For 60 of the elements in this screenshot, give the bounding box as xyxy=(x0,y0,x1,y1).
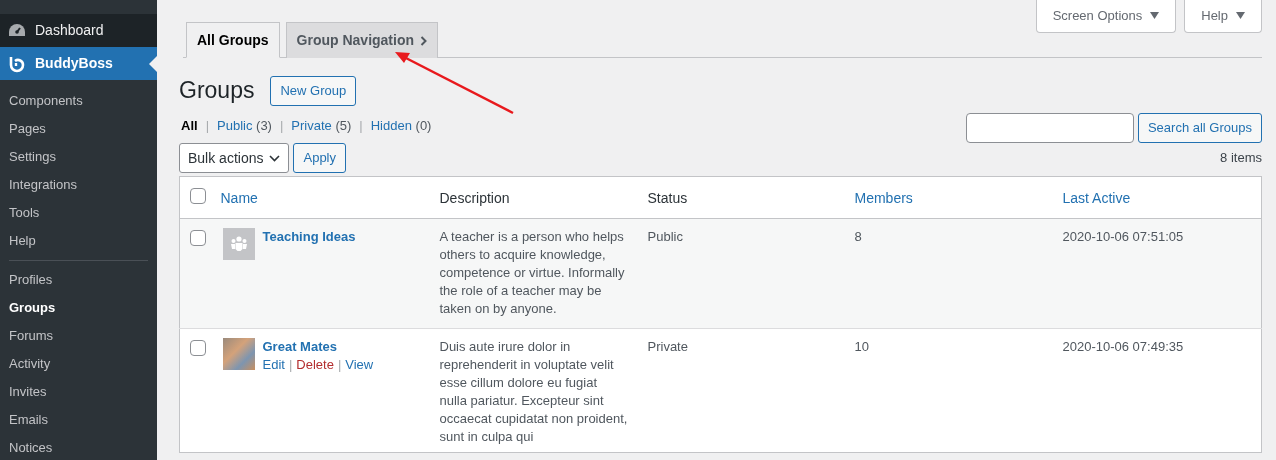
separator: | xyxy=(359,116,363,135)
member-count: 8 xyxy=(844,218,1053,329)
member-count: 10 xyxy=(844,328,1053,453)
caret-down-icon xyxy=(1236,12,1245,20)
submenu-item[interactable]: Integrations xyxy=(0,171,157,199)
group-status: Public xyxy=(637,218,845,329)
chevron-down-icon xyxy=(269,154,281,162)
submenu-item[interactable]: Forums xyxy=(0,322,157,350)
separator: | xyxy=(337,356,342,374)
submenu-item[interactable]: Invites xyxy=(0,378,157,406)
filter-link[interactable]: Public (3) xyxy=(217,115,272,135)
screen-meta-button[interactable]: Screen Options xyxy=(1035,0,1177,33)
submenu-item[interactable]: Groups xyxy=(0,294,157,322)
tab[interactable]: All Groups xyxy=(186,21,280,58)
screen-meta-button[interactable]: Help xyxy=(1184,0,1262,33)
submenu-item[interactable]: Profiles xyxy=(0,266,157,294)
page-title: Groups xyxy=(179,76,255,105)
column-header: Status xyxy=(637,176,845,219)
current-menu-pointer xyxy=(149,56,157,72)
submenu-item[interactable]: Tools xyxy=(0,199,157,227)
select-all-checkbox[interactable] xyxy=(190,188,206,204)
last-active-date: 2020-10-06 07:49:35 xyxy=(1052,328,1262,453)
row-checkbox[interactable] xyxy=(190,340,206,356)
filter-link[interactable]: Private (5) xyxy=(291,115,352,135)
caret-down-icon xyxy=(1150,12,1160,20)
last-active-date: 2020-10-06 07:51:05 xyxy=(1052,218,1262,329)
group-status: Private xyxy=(637,328,845,453)
submenu-item[interactable]: Notices xyxy=(0,434,157,460)
new-group-button[interactable]: New Group xyxy=(270,75,357,106)
row-action-link[interactable]: Delete xyxy=(296,356,334,374)
item-count: 8 items xyxy=(1220,149,1262,168)
search-button[interactable]: Search all Groups xyxy=(1137,113,1262,143)
people-icon xyxy=(229,236,248,252)
submenu-item[interactable]: Pages xyxy=(0,115,157,143)
submenu-item[interactable]: Settings xyxy=(0,143,157,171)
row-action-link[interactable]: View xyxy=(345,356,374,374)
group-description: Duis aute irure dolor in reprehenderit in voluptate velit esse cillum dolore eu fugiat nulla pariatur. Excepteur sint occaecat cupidatat non proident, sunt in culpa qui xyxy=(429,328,638,453)
column-sort-link[interactable]: Members xyxy=(844,176,1053,219)
row-checkbox[interactable] xyxy=(190,230,206,246)
submenu-item[interactable]: Emails xyxy=(0,406,157,434)
separator: | xyxy=(288,356,293,374)
bulk-actions-select[interactable]: Bulk actions xyxy=(179,143,290,173)
column-sort-link[interactable]: Name xyxy=(210,176,430,219)
search-field[interactable] xyxy=(965,113,1134,143)
row-action-link[interactable]: Edit xyxy=(262,356,285,374)
group-name-link[interactable]: Teaching Ideas xyxy=(262,229,356,244)
photo-placeholder xyxy=(222,338,255,370)
filter-link[interactable]: All xyxy=(181,115,198,135)
separator: | xyxy=(205,116,209,135)
submenu-item[interactable]: Help xyxy=(0,227,157,255)
submenu-item[interactable]: Components xyxy=(0,87,157,115)
submenu-item[interactable]: Activity xyxy=(0,350,157,378)
group-description: A teacher is a person who helps others to acquire knowledge, competence or virtue. Informally the role of a teacher may be taken on by anyone. xyxy=(429,218,638,329)
separator: | xyxy=(279,116,284,135)
tab[interactable]: Group Navigation xyxy=(285,21,438,58)
filter-link[interactable]: Hidden (0) xyxy=(370,115,432,135)
column-sort-link[interactable]: Last Active xyxy=(1052,176,1262,219)
apply-button[interactable]: Apply xyxy=(293,143,346,173)
column-header: Description xyxy=(429,176,638,219)
group-name-link[interactable]: Great Mates xyxy=(262,339,337,354)
